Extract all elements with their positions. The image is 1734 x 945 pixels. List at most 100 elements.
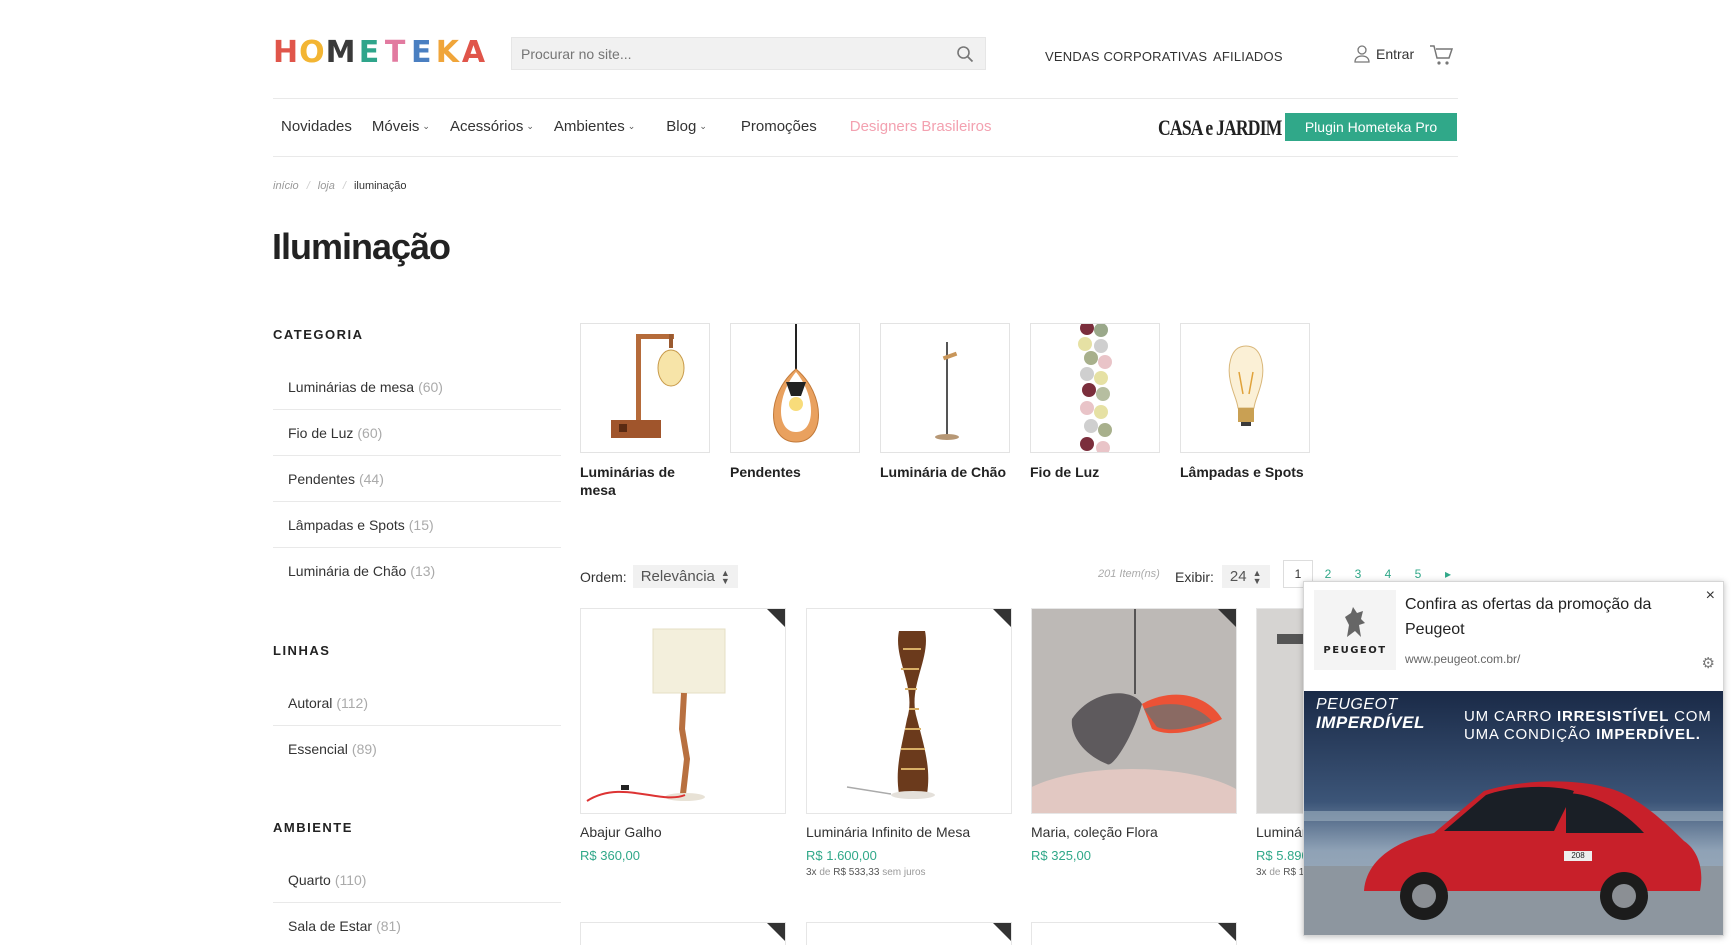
breadcrumb-loja[interactable]: loja	[318, 180, 335, 192]
filter-item[interactable]: Essencial (89)	[273, 726, 561, 772]
ad-title[interactable]: Confira as ofertas da promoção da Peugeo…	[1405, 592, 1665, 642]
filter-item[interactable]: Luminária de Chão (13)	[273, 548, 561, 594]
linhas-list: Autoral (112) Essencial (89)	[273, 680, 561, 772]
divider	[273, 98, 1458, 99]
category-card[interactable]: Pendentes	[730, 323, 860, 499]
logo-letter: E	[358, 35, 380, 70]
nav-ambientes[interactable]: Ambientes ⌄	[554, 118, 635, 135]
filter-item[interactable]: Lâmpadas e Spots (15)	[273, 502, 561, 548]
filter-item[interactable]: Quarto (110)	[273, 857, 561, 903]
installments: 3x de R$ 533,33 sem juros	[806, 867, 926, 878]
banner-headline: UM CARRO IRRESISTÍVEL COM UMA CONDIÇÃO I…	[1464, 708, 1712, 743]
category-image	[730, 323, 860, 453]
ambiente-heading: AMBIENTE	[273, 820, 353, 835]
wishlist-corner[interactable]	[767, 923, 785, 941]
chevron-down-icon: ⌄	[627, 121, 636, 131]
category-card[interactable]: Luminárias de mesa	[580, 323, 710, 499]
category-label: Luminárias de mesa	[580, 464, 675, 498]
lion-icon	[1345, 606, 1365, 637]
wishlist-corner[interactable]	[767, 609, 785, 627]
product-card[interactable]	[580, 922, 786, 945]
product-name[interactable]: Maria, coleção Flora	[1031, 824, 1237, 840]
product-card[interactable]: Maria, coleção Flora R$ 325,00	[1031, 608, 1237, 863]
user-icon	[1354, 45, 1370, 63]
product-image	[806, 608, 1012, 814]
breadcrumb-current: iluminação	[353, 180, 407, 192]
afiliados-link[interactable]: AFILIADOS	[1213, 49, 1283, 64]
vendas-corporativas-link[interactable]: VENDAS CORPORATIVAS	[1045, 49, 1207, 64]
breadcrumb-inicio[interactable]: início	[273, 180, 299, 192]
product-name[interactable]: Abajur Galho	[580, 824, 786, 840]
category-grid: Luminárias de mesa Pendentes Luminária d…	[580, 323, 1310, 499]
sort-label: Ordem:	[580, 568, 627, 585]
product-price: R$ 325,00	[1031, 848, 1091, 863]
ad-banner[interactable]: PEUGEOT IMPERDÍVEL UM CARRO IRRESISTÍVEL…	[1304, 691, 1723, 935]
sort-arrows-icon: ▲ ▼	[720, 567, 730, 586]
wishlist-corner[interactable]	[993, 609, 1011, 627]
wishlist-corner[interactable]	[1218, 923, 1236, 941]
ad-url[interactable]: www.peugeot.com.br/	[1405, 652, 1520, 666]
nav-acessorios[interactable]: Acessórios ⌄	[450, 118, 534, 135]
product-card[interactable]	[806, 922, 1012, 945]
peugeot-logo: PEUGEOT	[1314, 590, 1396, 670]
gear-icon[interactable]: ⚙	[1702, 654, 1715, 672]
casa-e-jardim-logo[interactable]: CASA e JARDIM	[1158, 115, 1282, 141]
peugeot-wordmark: PEUGEOT	[1323, 644, 1387, 656]
logo-letter: M	[325, 35, 356, 70]
breadcrumb-separator: /	[306, 180, 310, 192]
divider	[273, 156, 1458, 157]
category-image	[880, 323, 1010, 453]
search-bar	[511, 37, 986, 70]
filter-item[interactable]: Pendentes (44)	[273, 456, 561, 502]
product-name[interactable]: Luminária Infinito de Mesa	[806, 824, 1012, 840]
filter-item[interactable]: Fio de Luz (60)	[273, 410, 561, 456]
close-icon[interactable]: ×	[1706, 587, 1715, 605]
nav-promocoes[interactable]: Promoções	[741, 118, 817, 135]
hometeka-logo[interactable]: H O M E T E K A	[273, 38, 485, 68]
wishlist-corner[interactable]	[1218, 609, 1236, 627]
per-page-label: Exibir:	[1175, 568, 1214, 585]
breadcrumb-separator: /	[342, 180, 346, 192]
chevron-down-icon: ⌄	[422, 121, 430, 131]
category-image	[1180, 323, 1310, 453]
login-link[interactable]: Entrar	[1354, 45, 1414, 63]
main-nav: Novidades Móveis ⌄ Acessórios ⌄ Ambientes ⌄…	[281, 118, 1011, 135]
chevron-down-icon: ⌄	[526, 121, 534, 131]
cart-icon[interactable]	[1429, 44, 1453, 66]
category-card[interactable]: Fio de Luz	[1030, 323, 1160, 499]
category-card[interactable]: Luminária de Chão	[880, 323, 1010, 499]
wishlist-corner[interactable]	[993, 923, 1011, 941]
product-card[interactable]: Abajur Galho R$ 360,00	[580, 608, 786, 863]
category-card[interactable]: Lâmpadas e Spots	[1180, 323, 1310, 499]
per-page-select[interactable]: 24 ▲ ▼	[1221, 565, 1270, 588]
banner-brand: PEUGEOT IMPERDÍVEL	[1316, 696, 1425, 732]
nav-novidades[interactable]: Novidades	[281, 118, 352, 135]
login-label: Entrar	[1376, 46, 1415, 62]
ambiente-list: Quarto (110) Sala de Estar (81)	[273, 857, 561, 945]
linhas-heading: LINHAS	[273, 643, 331, 658]
filter-item[interactable]: Autoral (112)	[273, 680, 561, 726]
product-card[interactable]: Luminária Infinito de Mesa R$ 1.600,00 3…	[806, 608, 1012, 878]
search-icon[interactable]	[956, 45, 974, 63]
product-price: R$ 1.600,00	[806, 848, 877, 863]
peugeot-ad-popup[interactable]: PEUGEOT Confira as ofertas da promoção d…	[1303, 581, 1724, 936]
sort-select[interactable]: Relevância ▲ ▼	[632, 565, 738, 588]
sort-control: Ordem: Relevância ▲ ▼	[580, 565, 738, 588]
logo-letter: T	[384, 35, 405, 70]
product-card[interactable]	[1031, 922, 1237, 945]
nav-moveis[interactable]: Móveis ⌄	[372, 118, 430, 135]
categoria-heading: CATEGORIA	[273, 327, 364, 342]
category-label: Fio de Luz	[1030, 464, 1100, 480]
search-input[interactable]	[512, 38, 932, 69]
logo-letter: K	[435, 35, 459, 70]
product-price: R$ 360,00	[580, 848, 640, 863]
nav-blog[interactable]: Blog ⌄	[666, 118, 707, 135]
items-count: 201 Item(ns)	[1098, 568, 1160, 580]
filter-item[interactable]: Sala de Estar (81)	[273, 903, 561, 945]
logo-letter: A	[461, 35, 485, 70]
plugin-hometeka-pro-button[interactable]: Plugin Hometeka Pro	[1285, 113, 1457, 141]
filter-item[interactable]: Luminárias de mesa (60)	[273, 364, 561, 410]
nav-designers-brasileiros[interactable]: Designers Brasileiros	[850, 118, 992, 135]
product-image	[1031, 608, 1237, 814]
category-label: Pendentes	[730, 464, 801, 480]
